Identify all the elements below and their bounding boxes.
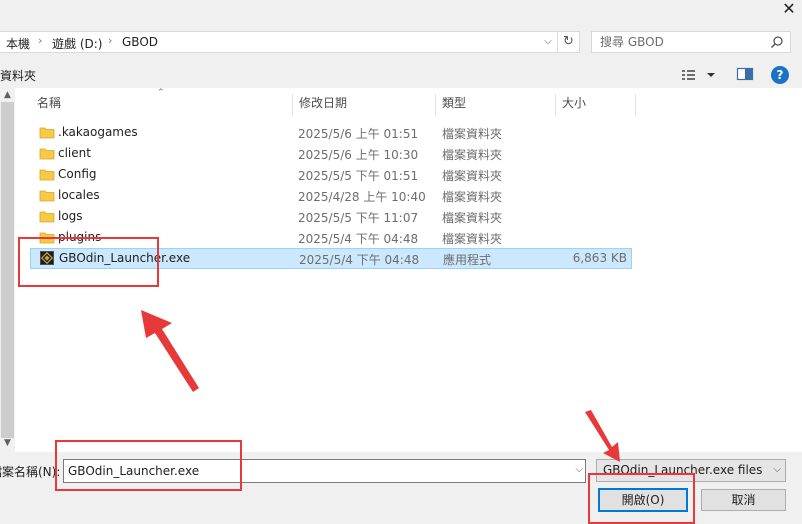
breadcrumb-separator: › (38, 34, 43, 47)
preview-pane-icon (736, 67, 754, 81)
breadcrumb-drive-d[interactable]: 遊戲 (D:) (52, 35, 102, 52)
file-date: 2025/5/5 下午 11:07 (298, 211, 419, 225)
column-header-type[interactable]: 類型 (436, 94, 556, 116)
file-name: GBOdin_Launcher.exe (59, 251, 191, 265)
filetype-select[interactable]: GBOdin_Launcher.exe files (*.exe) ⌵ (596, 459, 786, 482)
breadcrumb-gbod[interactable]: GBOD (122, 35, 158, 49)
breadcrumb-this-pc[interactable]: 本機 (6, 35, 30, 52)
nav-pane-scrollbar[interactable]: ▲ ▼ (0, 88, 15, 452)
filetype-value: GBOdin_Launcher.exe files (*.exe) (603, 463, 763, 477)
file-date: 2025/5/6 上午 01:51 (298, 127, 419, 141)
file-row[interactable]: Config 2025/5/5 下午 01:51 檔案資料夾 (30, 164, 632, 185)
file-name: .kakaogames (58, 125, 138, 139)
column-header-size[interactable]: 大小 (556, 94, 636, 116)
chevron-down-icon[interactable]: ⌵ (575, 464, 583, 475)
search-box[interactable] (591, 31, 791, 53)
close-button[interactable]: ✕ (776, 0, 802, 20)
file-type: 檔案資料夾 (442, 211, 503, 225)
file-type: 檔案資料夾 (442, 127, 503, 141)
filename-input[interactable] (68, 463, 558, 479)
search-icon (770, 36, 783, 49)
file-type: 應用程式 (443, 253, 492, 267)
refresh-button[interactable]: ↻ (558, 31, 580, 53)
chevron-down-icon[interactable]: ⌵ (773, 464, 781, 475)
folder-icon (39, 148, 55, 160)
file-row[interactable]: locales 2025/4/28 上午 10:40 檔案資料夾 (30, 185, 632, 206)
file-name: plugins (58, 230, 102, 244)
column-header-name[interactable]: 名稱 (31, 94, 293, 116)
file-row[interactable]: plugins 2025/5/4 下午 04:48 檔案資料夾 (30, 227, 632, 248)
file-name: locales (58, 188, 100, 202)
file-name: logs (58, 209, 83, 223)
file-type: 檔案資料夾 (442, 169, 503, 183)
file-size: 6,863 KB (572, 251, 627, 265)
folder-icon (39, 211, 55, 223)
scroll-thumb[interactable] (1, 102, 14, 438)
filename-label: 檔案名稱(N): (0, 465, 61, 479)
file-row[interactable]: .kakaogames 2025/5/6 上午 01:51 檔案資料夾 (30, 122, 632, 143)
search-input[interactable] (600, 34, 770, 50)
help-button[interactable]: ? (771, 66, 789, 84)
folder-icon (39, 169, 55, 181)
file-row-selected[interactable]: GBOdin_Launcher.exe 2025/5/4 下午 04:48 應用… (30, 248, 632, 269)
file-date: 2025/5/4 下午 04:48 (299, 253, 420, 267)
open-button[interactable]: 開啟(O) (598, 488, 688, 512)
file-date: 2025/5/5 下午 01:51 (298, 169, 419, 183)
scroll-down-arrow[interactable]: ▼ (0, 436, 15, 450)
file-row[interactable]: client 2025/5/6 上午 10:30 檔案資料夾 (30, 143, 632, 164)
view-options-button[interactable] (680, 66, 720, 84)
filename-combobox[interactable]: ⌵ (63, 459, 586, 483)
file-name: client (58, 146, 91, 160)
app-exe-icon (40, 251, 54, 265)
breadcrumb-separator: › (108, 34, 113, 47)
address-dropdown-button[interactable]: ⌵ (538, 31, 558, 53)
file-type: 檔案資料夾 (442, 148, 503, 162)
new-folder-button[interactable]: 資料夾 (0, 67, 36, 84)
details-view-icon (682, 70, 715, 80)
file-date: 2025/4/28 上午 10:40 (298, 190, 426, 204)
file-type: 檔案資料夾 (442, 190, 503, 204)
folder-icon (39, 232, 55, 244)
column-header-date[interactable]: 修改日期 (293, 94, 436, 116)
preview-pane-button[interactable] (736, 66, 754, 82)
file-type: 檔案資料夾 (442, 232, 503, 246)
folder-icon (39, 190, 55, 202)
address-bar[interactable]: 本機 › 遊戲 (D:) › GBOD (0, 31, 558, 53)
cancel-button[interactable]: 取消 (701, 489, 786, 511)
scroll-up-arrow[interactable]: ▲ (0, 88, 15, 102)
file-name: Config (58, 167, 97, 181)
file-date: 2025/5/4 下午 04:48 (298, 232, 419, 246)
file-date: 2025/5/6 上午 10:30 (298, 148, 419, 162)
folder-icon (39, 127, 55, 139)
file-row[interactable]: logs 2025/5/5 下午 11:07 檔案資料夾 (30, 206, 632, 227)
